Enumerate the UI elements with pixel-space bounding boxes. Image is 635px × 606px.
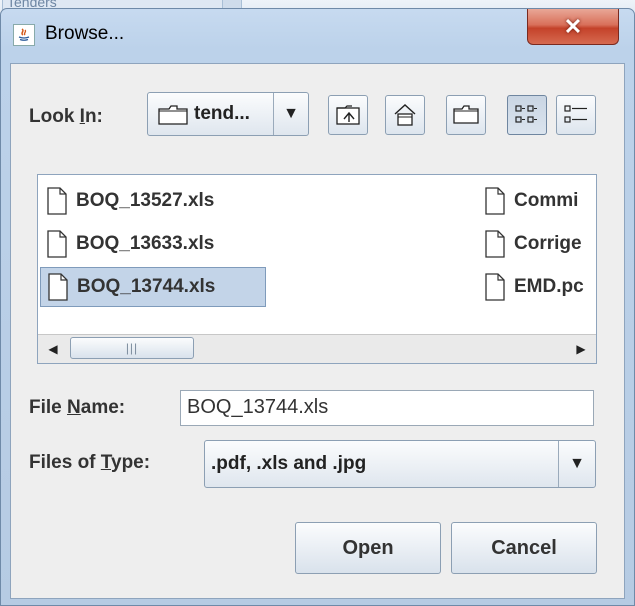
list-item[interactable]: BOQ_13527.xls	[40, 181, 214, 221]
file-name-label: File Name:	[29, 397, 126, 418]
chevron-down-icon[interactable]: ▼	[558, 441, 595, 487]
chevron-right-icon: ▶	[576, 342, 586, 356]
list-item[interactable]: Corrige	[478, 224, 596, 264]
horizontal-scrollbar[interactable]: ◀ ||| ▶	[38, 334, 596, 363]
file-icon	[46, 187, 68, 215]
list-item[interactable]: BOQ_13633.xls	[40, 224, 214, 264]
file-list[interactable]: BOQ_13527.xls BOQ_13633.xls BOQ_13744.xl…	[37, 174, 597, 364]
details-view-button[interactable]	[556, 95, 596, 135]
file-icon	[484, 187, 506, 215]
close-button[interactable]: ✕	[527, 9, 619, 45]
new-folder-button[interactable]	[446, 95, 486, 135]
folder-up-icon	[336, 105, 360, 125]
scrollbar-thumb[interactable]: |||	[70, 337, 194, 359]
open-button[interactable]: Open	[295, 522, 441, 574]
look-in-combo[interactable]: tend... ▼	[147, 92, 309, 136]
file-icon	[47, 273, 69, 301]
file-name-input[interactable]: BOQ_13744.xls	[180, 390, 594, 426]
title-bar: Browse... ✕	[1, 9, 634, 63]
file-name-text: BOQ_13744.xls	[77, 276, 216, 297]
window-title: Browse...	[45, 23, 125, 44]
file-name-text: Corrige	[514, 233, 582, 254]
file-icon	[484, 273, 506, 301]
list-view-icon	[515, 105, 537, 123]
look-in-value: tend...	[194, 103, 250, 124]
file-icon	[46, 230, 68, 258]
file-type-label: Files of Type:	[29, 452, 151, 473]
folder-icon	[158, 105, 188, 130]
cancel-button[interactable]: Cancel	[451, 522, 597, 574]
new-folder-icon	[453, 105, 479, 124]
dialog-content: Look In: tend... ▼ BOQ_13527.xls BOQ_136…	[10, 63, 625, 599]
home-button[interactable]	[385, 95, 425, 135]
list-item-selected[interactable]: BOQ_13744.xls	[40, 267, 266, 307]
list-item[interactable]: Commi	[478, 181, 596, 221]
browse-dialog: Browse... ✕ Look In: tend... ▼ BOQ_13527…	[0, 8, 635, 606]
look-in-label: Look In:	[29, 106, 103, 127]
scroll-right-button[interactable]: ▶	[570, 338, 592, 360]
list-item[interactable]: EMD.pc	[478, 267, 596, 307]
list-view-button[interactable]	[507, 95, 547, 135]
chevron-left-icon: ◀	[48, 342, 58, 356]
up-one-level-button[interactable]	[328, 95, 368, 135]
details-view-icon	[564, 105, 587, 123]
file-type-value: .pdf, .xls and .jpg	[211, 453, 367, 474]
file-type-combo[interactable]: .pdf, .xls and .jpg ▼	[204, 440, 596, 488]
file-name-text: BOQ_13527.xls	[76, 190, 215, 211]
scroll-left-button[interactable]: ◀	[42, 338, 64, 360]
file-name-text: EMD.pc	[514, 276, 584, 297]
file-name-text: Commi	[514, 190, 579, 211]
close-icon: ✕	[563, 13, 583, 39]
file-icon	[484, 230, 506, 258]
file-name-text: BOQ_13633.xls	[76, 233, 215, 254]
home-icon	[394, 104, 416, 126]
chevron-down-icon[interactable]: ▼	[273, 93, 308, 135]
java-icon	[13, 24, 35, 46]
